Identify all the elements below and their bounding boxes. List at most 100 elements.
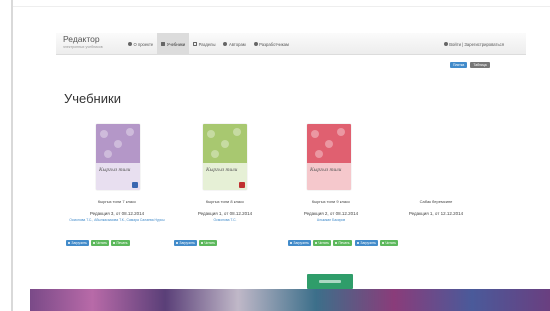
eye-icon (381, 241, 385, 245)
download-icon (68, 241, 71, 245)
cover-pattern (233, 128, 241, 136)
book-actions: Загрузить Читать Печать (288, 240, 352, 246)
eye-icon (92, 241, 96, 245)
book-edition: Редакция 2, от 08.12.2014 (303, 211, 359, 216)
download-label: Загрузить (71, 241, 87, 245)
eye-icon (200, 241, 204, 245)
book-authors[interactable]: Осмонова Т.С., Абылкасымова Т.К., Самара… (62, 218, 172, 223)
book-cover[interactable]: Кыргыз тили (203, 124, 247, 190)
download-button[interactable]: Загрузить (288, 240, 311, 246)
cover-pattern (311, 130, 319, 138)
read-label: Читать (204, 241, 216, 245)
download-label: Загрузить (293, 241, 309, 245)
cover-pattern (100, 130, 108, 138)
download-label: Загрузить (179, 241, 195, 245)
nav-menu: О проекте Учебники Разделы Авторам Разра… (124, 33, 293, 55)
book-authors[interactable]: Осмонова Т.С. (170, 218, 280, 223)
book-card: Кыргыз тили Кыргыз тили 7 класс Редакция… (62, 124, 172, 254)
nav-item-authors[interactable]: Авторам (219, 33, 249, 55)
cover-badge (132, 182, 138, 188)
footer-image-strip (30, 289, 550, 311)
login-link[interactable]: Войти | Зарегистрироваться (443, 33, 504, 55)
print-icon (335, 241, 338, 245)
book-cover[interactable]: Кыргыз тили (307, 124, 351, 190)
book-actions: Загрузить Читать (174, 240, 218, 246)
book-card: Кыргыз тили Кыргыз тили 9 класс Редакция… (276, 124, 386, 254)
view-tiles-button[interactable]: Плитка (450, 62, 468, 68)
cover-pattern (211, 150, 219, 158)
download-button[interactable]: Загрузить (355, 240, 378, 246)
print-icon (113, 241, 116, 245)
read-label: Читать (96, 241, 108, 245)
book-name: Кыргыз тили 9 класс (311, 199, 351, 204)
download-icon (357, 241, 360, 245)
book-edition: Редакция 3, от 08.12.2014 (89, 211, 145, 216)
download-button[interactable]: Загрузить (174, 240, 197, 246)
read-button[interactable]: Читать (198, 240, 218, 246)
eye-icon (314, 241, 318, 245)
book-name: Кыргыз тили 8 класс (205, 199, 245, 204)
home-icon (443, 42, 448, 46)
read-button[interactable]: Читать (379, 240, 399, 246)
book-edition: Редакция 1, от 12.12.2014 (408, 211, 464, 216)
book-card: Сабак беремсине Редакция 1, от 12.12.201… (355, 124, 491, 254)
cover-title: Кыргыз тили (310, 167, 342, 173)
nav-item-sections[interactable]: Разделы (189, 33, 219, 55)
read-label: Читать (318, 241, 330, 245)
nav-item-label: Авторам (228, 41, 246, 47)
print-label: Печать (116, 241, 128, 245)
nav-item-about[interactable]: О проекте (124, 33, 157, 55)
promo-banner[interactable] (307, 274, 353, 289)
book-actions: Загрузить Читать Печать (66, 240, 130, 246)
top-navbar: Редактор электронных учебников О проекте… (56, 33, 526, 55)
brand-subtitle: электронных учебников (63, 45, 103, 49)
nav-item-developers[interactable]: Разработчикам (250, 33, 293, 55)
cover-badge (239, 182, 245, 188)
cover-pattern (337, 128, 345, 136)
download-button[interactable]: Загрузить (66, 240, 89, 246)
cover-pattern (126, 128, 134, 136)
read-label: Читать (385, 241, 397, 245)
view-toggle-group: Плитка Таблица (450, 62, 490, 68)
book-name: Кыргыз тили 7 класс (97, 199, 137, 204)
cover-pattern (221, 140, 229, 148)
read-button[interactable]: Читать (312, 240, 332, 246)
gear-icon (253, 42, 258, 46)
cover-pattern (315, 150, 323, 158)
book-authors[interactable]: Алымкан Бакиров (276, 218, 386, 223)
view-table-button[interactable]: Таблица (470, 62, 490, 68)
cover-title: Кыргыз тили (206, 167, 238, 173)
book-icon (161, 42, 166, 46)
book-name: Сабак беремсине (419, 199, 453, 204)
brand-title[interactable]: Редактор (63, 35, 100, 44)
download-icon (290, 241, 293, 245)
cover-pattern (114, 140, 122, 148)
window-top-edge (13, 6, 550, 7)
book-card: Кыргыз тили Кыргыз тили 8 класс Редакция… (170, 124, 280, 254)
nav-item-textbooks[interactable]: Учебники (157, 33, 190, 55)
print-label: Печать (338, 241, 350, 245)
info-icon (128, 42, 132, 46)
download-icon (176, 241, 179, 245)
book-actions: Загрузить Читать (355, 240, 399, 246)
nav-item-label: Разработчикам (259, 41, 289, 47)
window-edge (11, 0, 13, 311)
cover-pattern (207, 130, 215, 138)
read-button[interactable]: Читать (90, 240, 110, 246)
login-label: Войти | Зарегистрироваться (449, 41, 504, 47)
cover-title: Кыргыз тили (99, 167, 131, 173)
nav-item-label: Учебники (166, 41, 186, 47)
book-edition: Редакция 1, от 08.12.2014 (197, 211, 253, 216)
page-title: Учебники (64, 91, 121, 106)
nav-item-label: О проекте (133, 41, 154, 47)
promo-banner-bar (319, 280, 341, 283)
book-cover[interactable]: Кыргыз тили (96, 124, 140, 190)
download-label: Загрузить (360, 241, 376, 245)
print-button[interactable]: Печать (111, 240, 130, 246)
nav-item-label: Разделы (198, 41, 216, 47)
cover-pattern (104, 150, 112, 158)
print-button[interactable]: Печать (333, 240, 352, 246)
cover-pattern (325, 140, 333, 148)
user-icon (223, 42, 228, 46)
file-icon (193, 42, 198, 46)
